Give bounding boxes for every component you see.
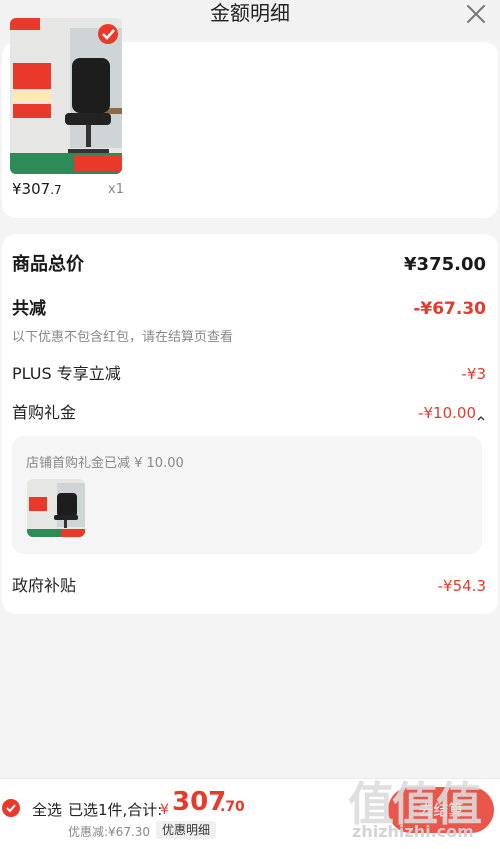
gov-amount: -¥54.3 xyxy=(437,577,486,595)
price-decimal: .7 xyxy=(50,183,62,197)
close-icon[interactable] xyxy=(464,2,488,26)
select-all-label[interactable]: 全选 xyxy=(32,799,62,820)
reduce-amount: -¥67.30 xyxy=(413,299,486,319)
gift-row[interactable]: 首购礼金 -¥10.00 xyxy=(12,400,486,426)
gift-product-thumbnail xyxy=(27,479,85,537)
office-chair-product-image[interactable] xyxy=(10,18,122,174)
product-quantity: x1 xyxy=(108,182,124,197)
gov-label: 政府补贴 xyxy=(12,576,77,595)
watermark-url: zhizhizhi.com xyxy=(352,822,474,841)
total-label: 商品总价 xyxy=(12,254,84,275)
reduce-note: 以下优惠不包含红包，请在结算页查看 xyxy=(12,330,234,345)
plus-row: PLUS 专享立减 -¥3 xyxy=(12,361,486,387)
gift-label: 首购礼金 xyxy=(12,403,77,422)
discount-text: 优惠减:¥67.30 xyxy=(68,825,151,839)
select-all-checkbox[interactable] xyxy=(2,799,20,817)
total-decimal: .70 xyxy=(220,799,245,815)
selected-summary: 已选1件,合计: xyxy=(68,801,163,819)
plus-amount: -¥3 xyxy=(461,365,487,383)
gov-subsidy-row: 政府补贴 -¥54.3 xyxy=(12,573,486,599)
reduce-row: 共减 -¥67.30 xyxy=(12,296,486,322)
gift-detail-box: 店铺首购礼金已减 ¥ 10.00 xyxy=(12,436,482,554)
product-price: ¥307.7 xyxy=(12,180,62,198)
total-currency: ¥ xyxy=(160,802,169,818)
total-integer: 307 xyxy=(172,787,227,817)
price-integer: ¥307 xyxy=(12,180,51,198)
total-row: 商品总价 ¥375.00 xyxy=(12,252,486,278)
chevron-up-icon[interactable] xyxy=(476,408,486,421)
plus-label: PLUS 专享立减 xyxy=(12,364,121,383)
gift-detail-text: 店铺首购礼金已减 ¥ 10.00 xyxy=(26,456,184,471)
gift-amount: -¥10.00 xyxy=(418,404,476,422)
total-amount: ¥375.00 xyxy=(404,254,486,275)
discount-detail-button[interactable]: 优惠明细 xyxy=(156,821,217,839)
reduce-label: 共减 xyxy=(12,299,46,319)
